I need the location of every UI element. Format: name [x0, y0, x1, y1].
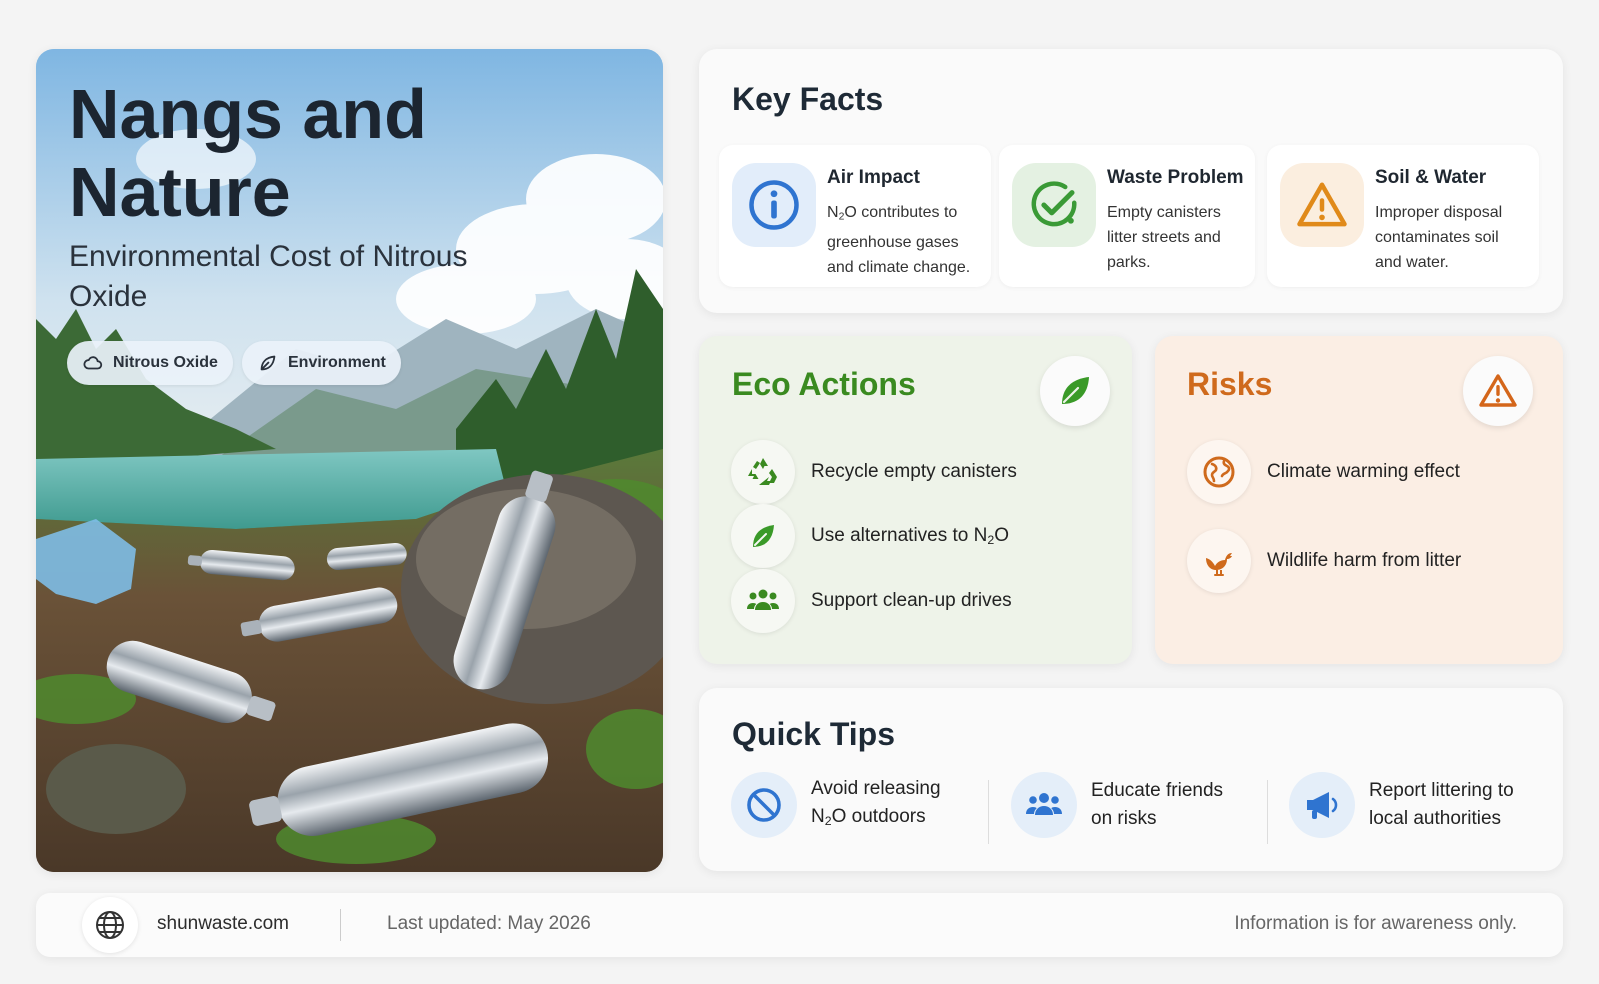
tip-report-littering: Report littering to local authorities — [1289, 772, 1514, 838]
eco-badge — [1040, 356, 1110, 426]
fact-title: Waste Problem — [1107, 167, 1244, 188]
risk-text: Wildlife harm from litter — [1267, 550, 1462, 571]
divider — [988, 780, 989, 844]
warning-icon — [1479, 374, 1517, 407]
tip-text: Avoid releasing N2O outdoors — [811, 777, 941, 829]
fact-text: Empty canisters litter streets and parks… — [1107, 204, 1221, 271]
risk-climate: Climate warming effect — [1187, 440, 1460, 504]
fact-title: Soil & Water — [1375, 167, 1487, 188]
globe-warming-icon — [1203, 456, 1235, 488]
key-facts-title: Key Facts — [732, 81, 884, 117]
fact-icon-bg — [1012, 163, 1096, 247]
tip-educate-friends: Educate friends on risks — [1011, 772, 1223, 838]
check-circle-icon — [1031, 181, 1077, 227]
eco-action-recycle: Recycle empty canisters — [731, 440, 1017, 504]
hero-card: Nangs and Nature Environmental Cost of N… — [36, 49, 663, 872]
eco-action-text: Recycle empty canisters — [811, 461, 1017, 482]
fact-title: Air Impact — [827, 167, 920, 188]
people-icon — [747, 589, 779, 610]
page-subtitle: Environmental Cost of Nitrous Oxide — [69, 240, 468, 313]
globe-icon — [96, 911, 124, 939]
cloud-icon — [83, 356, 103, 370]
fact-text: N2O contributes to greenhouse gases and … — [827, 204, 971, 276]
tag-nitrous-oxide[interactable]: Nitrous Oxide — [67, 341, 233, 385]
tag-label: Nitrous Oxide — [113, 354, 218, 371]
megaphone-icon — [1307, 792, 1338, 819]
risk-text: Climate warming effect — [1267, 461, 1460, 482]
warning-icon — [1297, 182, 1347, 227]
website-link[interactable]: shunwaste.com — [157, 913, 289, 935]
fact-icon-bg — [732, 163, 816, 247]
eco-actions-title: Eco Actions — [732, 366, 916, 402]
fact-soil-water: Soil & Water Improper disposal contamina… — [1267, 145, 1539, 287]
tag-label: Environment — [288, 354, 386, 371]
info-icon — [749, 180, 799, 230]
eco-action-text: Use alternatives to N2O — [811, 524, 1010, 548]
tip-avoid-releasing: Avoid releasing N2O outdoors — [731, 772, 941, 838]
eco-action-alternatives: Use alternatives to N2O — [731, 504, 1009, 568]
tip-text: Educate friends on risks — [1091, 780, 1224, 829]
group-icon — [1026, 793, 1062, 815]
key-facts-card: Key Facts Air Impact N2O contributes to … — [699, 49, 1563, 313]
disclaimer: Information is for awareness only. — [1234, 913, 1517, 934]
footer-bar: shunwaste.com Last updated: May 2026 Inf… — [36, 893, 1563, 957]
quick-tips-card: Quick Tips Avoid releasing N2O outdoors … — [699, 688, 1563, 871]
divider — [1267, 780, 1268, 844]
risks-title: Risks — [1187, 366, 1273, 402]
tip-text: Report littering to local authorities — [1369, 780, 1514, 829]
leaf-icon — [260, 355, 276, 371]
tag-environment[interactable]: Environment — [242, 341, 401, 385]
leaf-icon — [1062, 377, 1089, 404]
website-globe-badge[interactable] — [82, 897, 138, 953]
eco-actions-card: Eco Actions Recycle empty canisters Use … — [699, 336, 1132, 664]
fact-waste-problem: Waste Problem Empty canisters litter str… — [999, 145, 1255, 287]
risks-badge — [1463, 356, 1533, 426]
recycle-icon — [748, 458, 777, 485]
fact-text: Improper disposal contaminates soil and … — [1375, 204, 1503, 271]
risk-wildlife: Wildlife harm from litter — [1187, 529, 1461, 593]
last-updated: Last updated: May 2026 — [387, 913, 591, 934]
eco-action-cleanup: Support clean-up drives — [731, 569, 1012, 633]
divider — [340, 909, 341, 941]
prohibited-icon — [747, 788, 781, 822]
page-title: Nangs and Nature — [69, 75, 427, 231]
fact-air-impact: Air Impact N2O contributes to greenhouse… — [719, 145, 991, 287]
risks-card: Risks Climate warming effect Wildlife ha… — [1155, 336, 1563, 664]
bird-icon — [1206, 553, 1232, 576]
leaf-icon — [753, 525, 774, 547]
quick-tips-title: Quick Tips — [732, 716, 896, 752]
fact-icon-bg — [1280, 163, 1364, 247]
eco-action-text: Support clean-up drives — [811, 590, 1012, 611]
